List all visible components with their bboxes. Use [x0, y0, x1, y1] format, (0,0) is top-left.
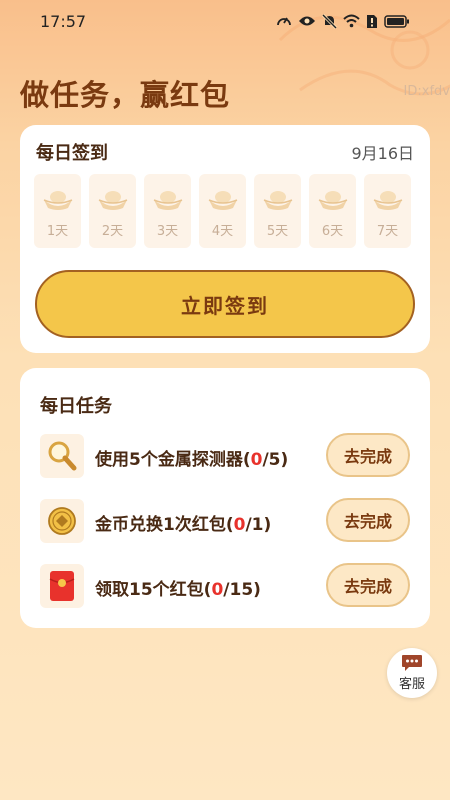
task-row-metal-detector: 使用5个金属探测器(0/5) 去完成	[40, 432, 410, 480]
task-label: 金币兑换1次红包(0/1)	[95, 510, 271, 535]
chat-bubble-icon	[402, 655, 422, 671]
task-go-button[interactable]: 去完成	[326, 498, 410, 542]
gold-ingot-icon	[153, 191, 182, 210]
task-icon-box	[40, 564, 84, 608]
signin-title: 每日签到	[36, 143, 108, 164]
coin-icon	[48, 507, 76, 535]
signin-day-3: 3天	[144, 174, 191, 248]
red-envelope-icon	[49, 571, 75, 601]
task-row-coin-exchange: 金币兑换1次红包(0/1) 去完成	[40, 497, 410, 545]
signin-day-label: 5天	[266, 224, 289, 239]
speed-icon	[277, 17, 291, 26]
signin-day-label: 6天	[321, 224, 344, 239]
sim-alert-icon	[367, 14, 377, 28]
signin-day-6: 6天	[309, 174, 356, 248]
signin-day-5: 5天	[254, 174, 301, 248]
gold-ingot-icon	[373, 191, 402, 210]
task-row-red-envelope: 领取15个红包(0/15) 去完成	[40, 562, 410, 610]
magnifier-icon	[48, 441, 77, 471]
task-label-prefix: 领取15个红包(	[95, 580, 212, 600]
task-label: 领取15个红包(0/15)	[95, 575, 261, 600]
task-label: 使用5个金属探测器(0/5)	[95, 445, 288, 470]
signin-date: 9月16日	[351, 144, 414, 163]
signin-day-label: 4天	[211, 224, 234, 239]
task-progress-count: 0	[250, 450, 263, 470]
signin-button[interactable]: 立即签到	[35, 270, 415, 338]
gold-ingot-icon	[43, 191, 72, 210]
signin-day-1: 1天	[34, 174, 81, 248]
task-label-prefix: 金币兑换1次红包(	[95, 515, 234, 535]
task-go-button[interactable]: 去完成	[326, 433, 410, 477]
signin-day-label: 7天	[376, 224, 399, 239]
task-go-button[interactable]: 去完成	[326, 563, 410, 607]
signin-day-7: 7天	[364, 174, 411, 248]
user-id-label: ID:xfdv	[403, 84, 450, 99]
task-label-suffix: /15)	[223, 580, 261, 600]
signin-day-2: 2天	[89, 174, 136, 248]
signin-day-4: 4天	[199, 174, 246, 248]
battery-icon	[384, 14, 409, 28]
task-icon-box	[40, 499, 84, 543]
task-icon-box	[40, 434, 84, 478]
gold-ingot-icon	[263, 191, 292, 210]
gold-ingot-icon	[98, 191, 127, 210]
signin-day-label: 3天	[156, 224, 179, 239]
daily-tasks-card: 每日任务 使用5个金属探测器(0/5) 去完成 金币兑换1次红包(0/1) 去完…	[20, 368, 430, 628]
customer-service-button[interactable]: 客服	[387, 648, 437, 698]
task-progress-count: 0	[233, 515, 246, 535]
signin-day-label: 1天	[46, 224, 69, 239]
eye-icon	[299, 16, 315, 26]
tasks-title: 每日任务	[40, 396, 112, 417]
gold-ingot-icon	[318, 191, 347, 210]
signin-day-label: 2天	[101, 224, 124, 239]
task-label-suffix: /1)	[245, 515, 272, 535]
task-label-suffix: /5)	[262, 450, 289, 470]
customer-service-label: 客服	[398, 677, 425, 692]
status-icons	[276, 13, 410, 29]
status-time: 17:57	[40, 12, 87, 31]
mute-bell-icon	[322, 13, 337, 29]
daily-signin-card: 每日签到 9月16日 1天 2天 3天 4天 5天 6天 7天 立即签到	[20, 125, 430, 353]
task-progress-count: 0	[211, 580, 224, 600]
signin-day-list: 1天 2天 3天 4天 5天 6天 7天	[34, 174, 411, 248]
wifi-icon	[343, 14, 360, 28]
gold-ingot-icon	[208, 191, 237, 210]
page-title: 做任务，赢红包	[20, 78, 231, 112]
status-bar: 17:57	[0, 0, 450, 44]
task-label-prefix: 使用5个金属探测器(	[95, 450, 251, 470]
